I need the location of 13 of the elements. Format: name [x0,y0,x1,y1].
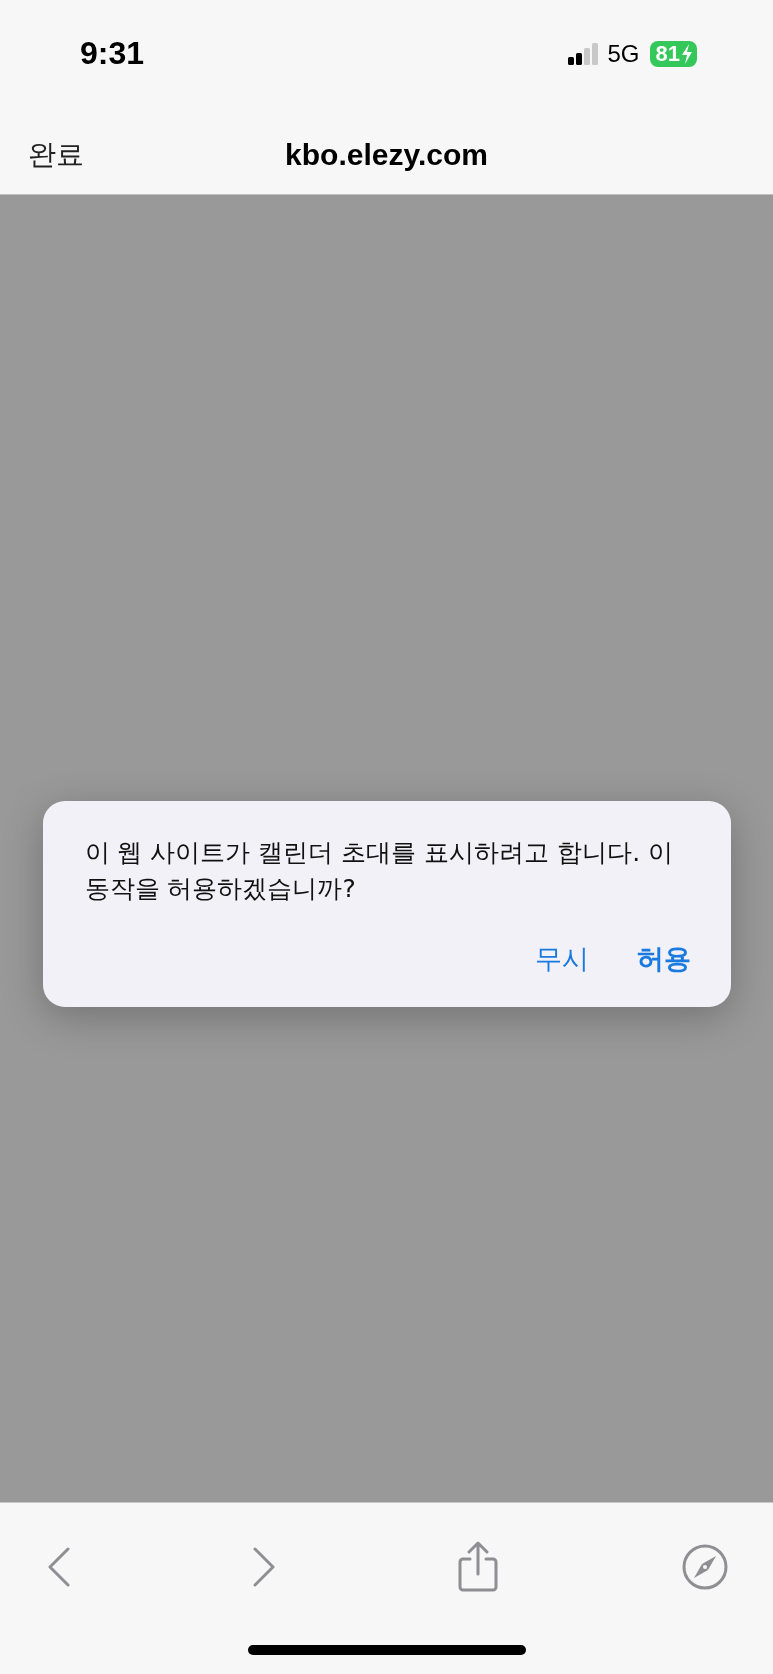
forward-icon[interactable] [252,1547,275,1587]
signal-icon [567,42,598,65]
network-label: 5G [607,39,640,68]
compass-icon[interactable] [681,1544,728,1590]
ignore-button[interactable]: 무시 [534,936,589,981]
share-icon[interactable] [457,1541,500,1593]
status-time: 9:31 [80,35,145,72]
allow-button[interactable]: 허용 [636,936,691,981]
back-icon[interactable] [48,1547,70,1587]
page-url: kbo.elezy.com [285,137,488,172]
battery-indicator: 81 [649,40,697,67]
alert-message: 이 웹 사이트가 캘린더 초대를 표시하려고 합니다. 이 동작을 허용하겠습니까? [84,836,675,905]
done-button[interactable]: 완료 [28,135,84,174]
